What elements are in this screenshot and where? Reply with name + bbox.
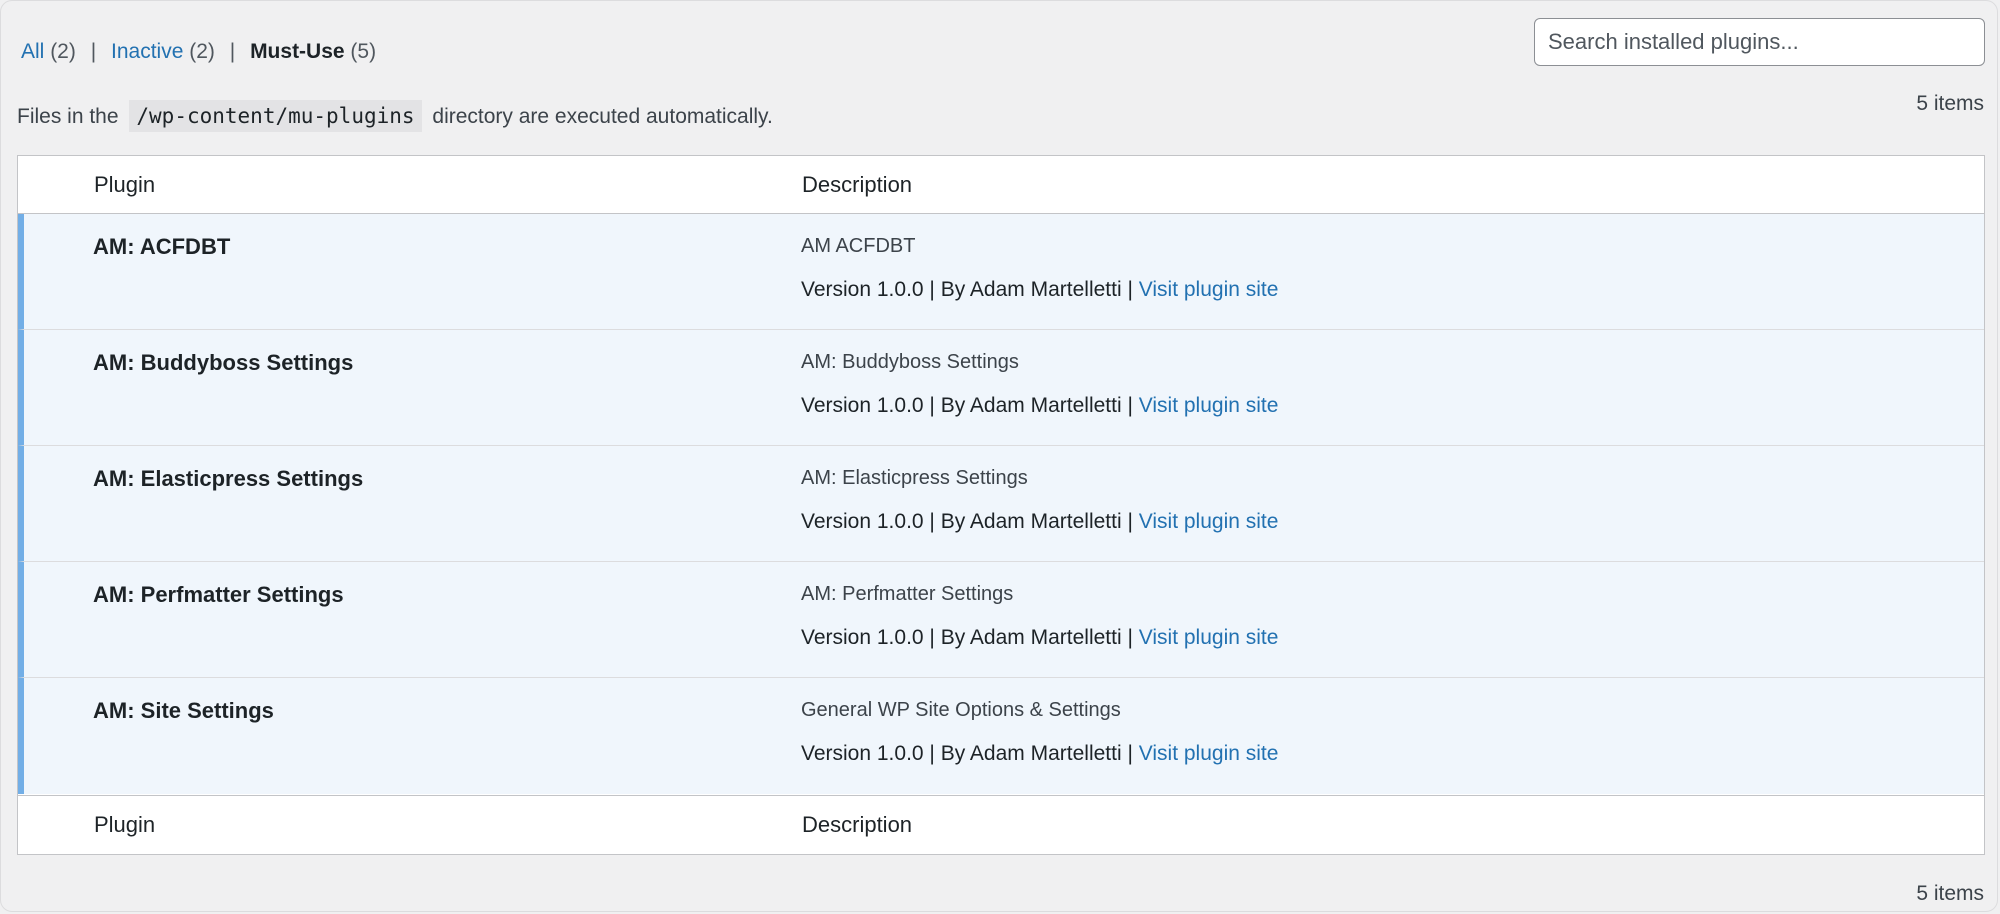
plugin-description: AM: Perfmatter Settings <box>801 583 1014 605</box>
search-plugins-input[interactable] <box>1534 18 1985 66</box>
visit-plugin-site-link[interactable]: Visit plugin site <box>1139 278 1279 301</box>
filter-mustuse-current[interactable]: Must-Use <box>250 40 345 63</box>
plugin-description: AM: Elasticpress Settings <box>801 467 1028 489</box>
table-header: Plugin Description <box>18 156 1984 214</box>
visit-plugin-site-link[interactable]: Visit plugin site <box>1139 626 1279 649</box>
table-row: AM: Elasticpress Settings AM: Elasticpre… <box>18 446 1984 562</box>
plugin-description: AM: Buddyboss Settings <box>801 351 1019 373</box>
plugin-meta: Version 1.0.0 | By Adam Martelletti | Vi… <box>801 394 1279 417</box>
plugin-name: AM: Buddyboss Settings <box>93 350 354 375</box>
table-body: AM: ACFDBT AM ACFDBT Version 1.0.0 | By … <box>18 214 1984 794</box>
items-count-top: 5 items <box>1916 92 1984 115</box>
notice-text-after: directory are executed automatically. <box>432 105 773 128</box>
filter-separator: | <box>90 40 97 63</box>
plugin-version: Version 1.0.0 <box>801 394 924 417</box>
plugins-table: Plugin Description AM: ACFDBT AM ACFDBT … <box>17 155 1985 855</box>
plugin-meta: Version 1.0.0 | By Adam Martelletti | Vi… <box>801 510 1279 533</box>
plugin-name: AM: ACFDBT <box>93 234 231 259</box>
plugin-name: AM: Perfmatter Settings <box>93 582 344 607</box>
table-row: AM: ACFDBT AM ACFDBT Version 1.0.0 | By … <box>18 214 1984 330</box>
table-row: AM: Buddyboss Settings AM: Buddyboss Set… <box>18 330 1984 446</box>
column-header-description: Description <box>802 172 913 197</box>
plugin-version: Version 1.0.0 <box>801 742 924 765</box>
table-row: AM: Perfmatter Settings AM: Perfmatter S… <box>18 562 1984 678</box>
plugin-name: AM: Elasticpress Settings <box>93 466 364 491</box>
plugin-author: By Adam Martelletti <box>940 510 1122 533</box>
mu-plugins-notice: Files in the /wp-content/mu-plugins dire… <box>17 100 773 132</box>
plugin-name: AM: Site Settings <box>93 698 274 723</box>
plugin-version: Version 1.0.0 <box>801 510 924 533</box>
plugin-version: Version 1.0.0 <box>801 626 924 649</box>
notice-path: /wp-content/mu-plugins <box>129 100 422 132</box>
plugin-description: AM ACFDBT <box>801 235 916 257</box>
plugin-status-filters: All (2) | Inactive (2) | Must-Use (5) <box>21 40 376 64</box>
column-header-plugin: Plugin <box>94 172 156 197</box>
table-footer: Plugin Description <box>18 795 1984 853</box>
filter-separator: | <box>229 40 236 63</box>
filter-all-count: (2) <box>50 40 76 63</box>
table-row: AM: Site Settings General WP Site Option… <box>18 678 1984 794</box>
filter-all-link[interactable]: All <box>21 40 44 63</box>
plugin-author: By Adam Martelletti <box>940 742 1122 765</box>
filter-mustuse-count: (5) <box>350 40 377 63</box>
plugin-meta: Version 1.0.0 | By Adam Martelletti | Vi… <box>801 278 1279 301</box>
filter-inactive-link[interactable]: Inactive <box>111 40 183 63</box>
items-count-bottom: 5 items <box>1916 882 1984 905</box>
column-footer-description: Description <box>802 812 913 837</box>
filter-inactive-count: (2) <box>189 40 215 63</box>
notice-text-before: Files in the <box>17 105 119 128</box>
plugin-author: By Adam Martelletti <box>940 626 1122 649</box>
plugin-version: Version 1.0.0 <box>801 278 924 301</box>
visit-plugin-site-link[interactable]: Visit plugin site <box>1139 742 1279 765</box>
visit-plugin-site-link[interactable]: Visit plugin site <box>1139 394 1279 417</box>
plugin-author: By Adam Martelletti <box>940 394 1122 417</box>
plugin-author: By Adam Martelletti <box>940 278 1122 301</box>
visit-plugin-site-link[interactable]: Visit plugin site <box>1139 510 1279 533</box>
plugin-meta: Version 1.0.0 | By Adam Martelletti | Vi… <box>801 742 1279 765</box>
plugin-description: General WP Site Options & Settings <box>801 699 1121 721</box>
column-footer-plugin: Plugin <box>94 812 156 837</box>
plugin-meta: Version 1.0.0 | By Adam Martelletti | Vi… <box>801 626 1279 649</box>
